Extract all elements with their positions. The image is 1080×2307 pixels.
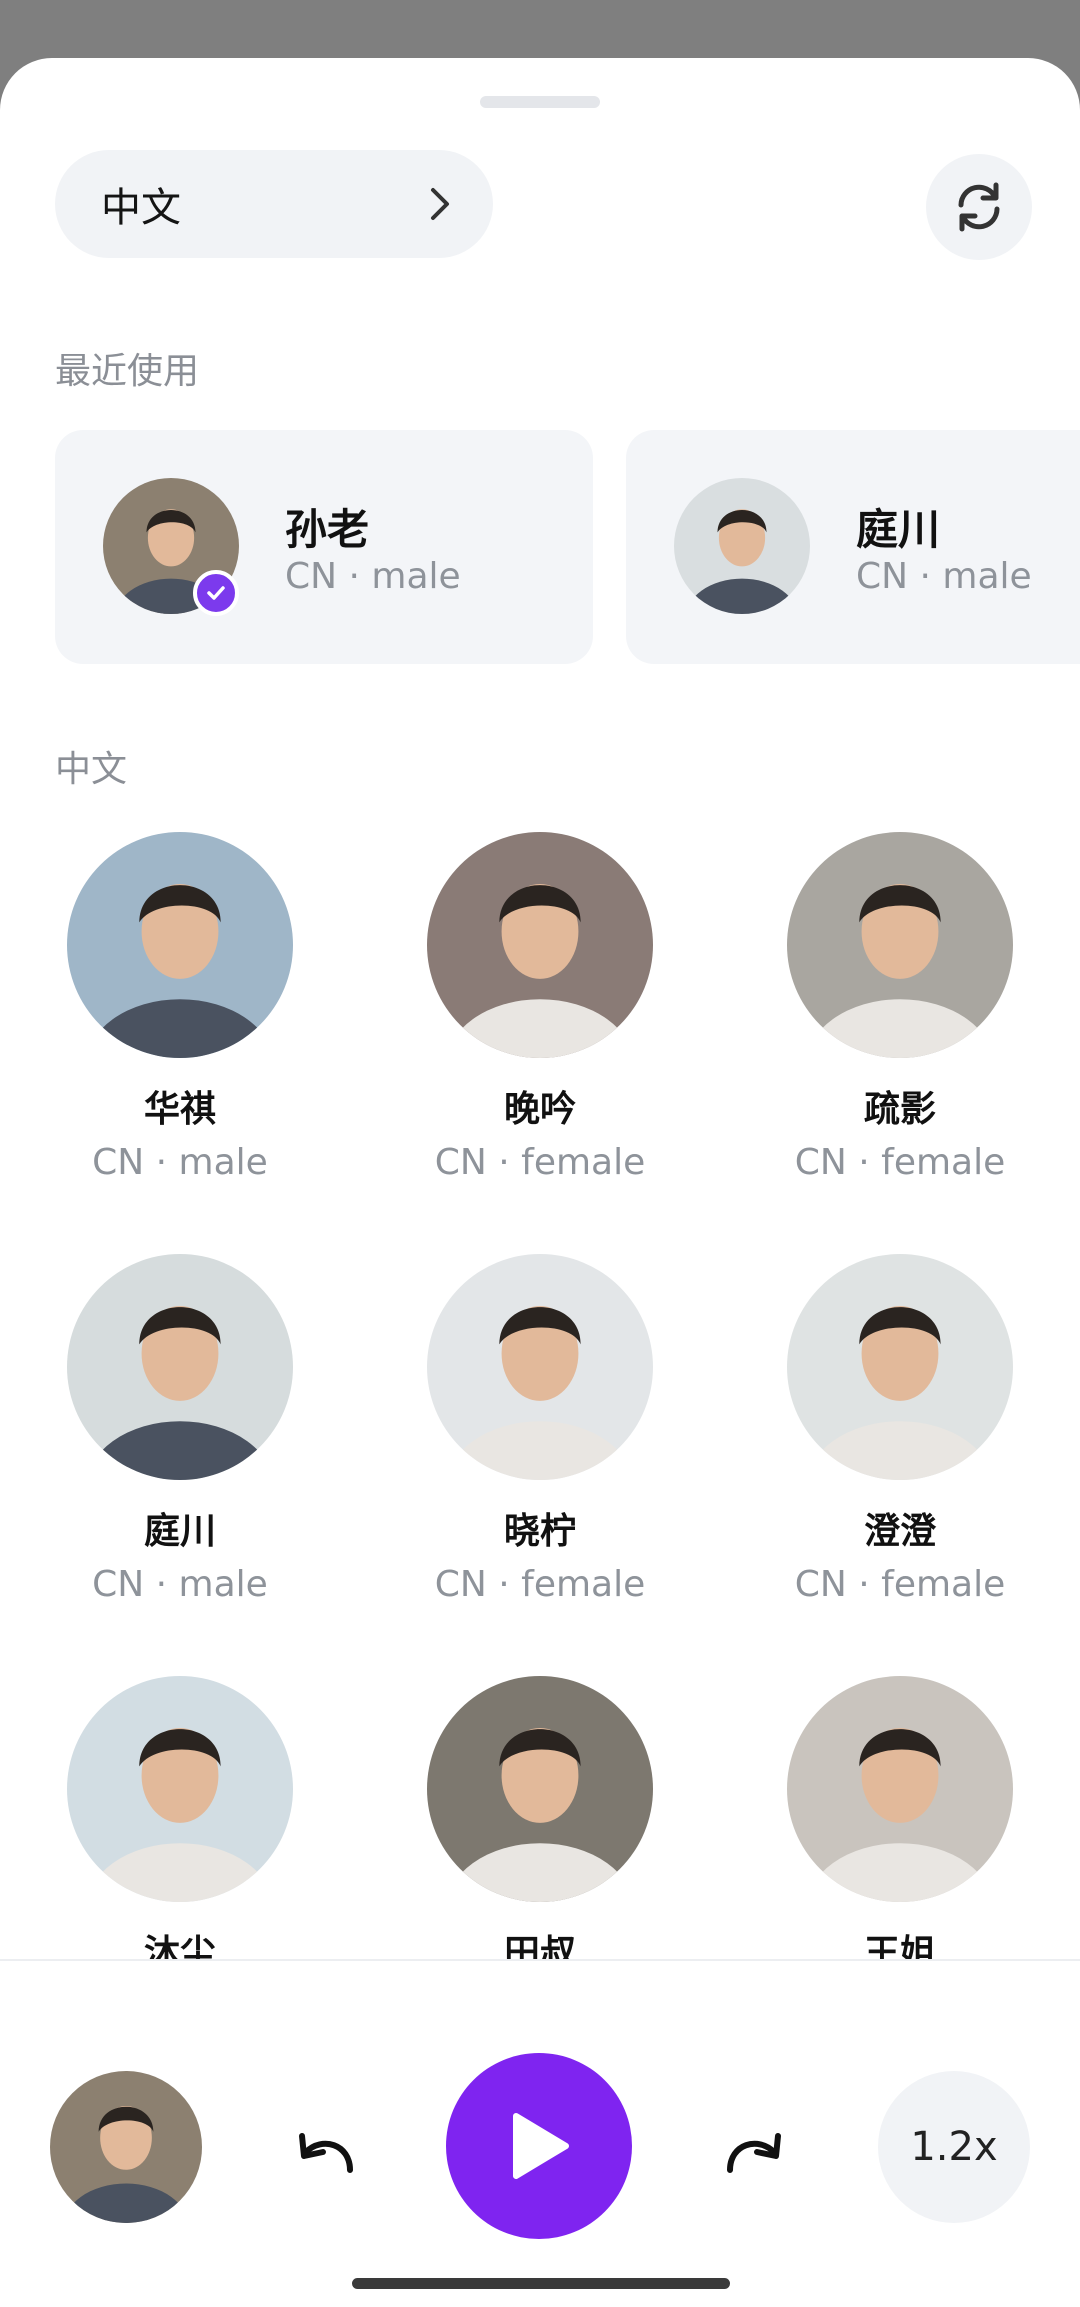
voice-name: 庭川 xyxy=(143,1511,216,1552)
avatar xyxy=(67,1254,293,1480)
voice-item[interactable]: 田叔 xyxy=(390,1676,690,1986)
voice-item[interactable]: 疏影 CN · female xyxy=(750,832,1050,1183)
voice-name: 晓柠 xyxy=(503,1511,576,1552)
selected-check-icon xyxy=(193,570,239,616)
language-selector[interactable]: 中文 xyxy=(55,150,493,258)
avatar xyxy=(67,1676,293,1902)
speed-button[interactable]: 1.2x xyxy=(878,2071,1030,2223)
avatar xyxy=(787,832,1013,1058)
voice-name: 晚吟 xyxy=(503,1089,576,1130)
refresh-icon xyxy=(958,182,1000,232)
sheet-grabber[interactable] xyxy=(480,96,600,108)
voice-meta: CN · male xyxy=(92,1142,268,1183)
recent-voice-card[interactable]: 孙老 CN · male xyxy=(55,430,593,664)
voice-meta: CN · male xyxy=(856,556,1032,597)
voice-meta: CN · female xyxy=(434,1564,646,1605)
voice-item[interactable]: 晓柠 CN · female xyxy=(390,1254,690,1605)
voice-item[interactable]: 晚吟 CN · female xyxy=(390,832,690,1183)
voice-item[interactable]: 沐尘 xyxy=(30,1676,330,1986)
play-button[interactable] xyxy=(446,2053,632,2239)
current-voice-avatar[interactable] xyxy=(50,2071,202,2223)
avatar xyxy=(787,1254,1013,1480)
voices-section-title: 中文 xyxy=(55,749,128,790)
home-indicator[interactable] xyxy=(352,2278,730,2289)
play-icon xyxy=(513,2113,569,2179)
voice-item[interactable]: 澄澄 CN · female xyxy=(750,1254,1050,1605)
voice-name: 华祺 xyxy=(143,1089,216,1130)
voice-name: 庭川 xyxy=(856,505,941,554)
voice-meta: CN · female xyxy=(794,1564,1006,1605)
rewind-button[interactable] xyxy=(286,2111,366,2191)
avatar xyxy=(67,832,293,1058)
voice-name: 孙老 xyxy=(285,505,370,554)
recent-voice-card[interactable]: 庭川 CN · male xyxy=(626,430,1080,664)
language-label: 中文 xyxy=(101,185,181,231)
redo-arrow-icon xyxy=(727,2133,781,2173)
voice-name: 澄澄 xyxy=(863,1511,936,1552)
voice-item[interactable]: 庭川 CN · male xyxy=(30,1254,330,1605)
voice-item[interactable]: 王姐 xyxy=(750,1676,1050,1986)
voice-item[interactable]: 华祺 CN · male xyxy=(30,832,330,1183)
chevron-right-icon xyxy=(431,188,449,220)
voice-meta: CN · female xyxy=(434,1142,646,1183)
avatar xyxy=(787,1676,1013,1902)
avatar xyxy=(674,478,810,614)
avatar xyxy=(427,832,653,1058)
recent-section-title: 最近使用 xyxy=(55,351,200,392)
voice-name: 疏影 xyxy=(863,1089,936,1130)
avatar xyxy=(427,1254,653,1480)
forward-button[interactable] xyxy=(714,2111,794,2191)
refresh-button[interactable] xyxy=(926,154,1032,260)
avatar xyxy=(427,1676,653,1902)
voice-meta: CN · male xyxy=(285,556,461,597)
player-bar: 1.2x xyxy=(0,1959,1080,2307)
voice-meta: CN · male xyxy=(92,1564,268,1605)
undo-arrow-icon xyxy=(299,2133,353,2173)
voice-meta: CN · female xyxy=(794,1142,1006,1183)
voice-picker-sheet: 中文 最近使用 孙老 CN · male 庭川 CN · male 中文 华祺 CN ·… xyxy=(0,58,1080,2307)
